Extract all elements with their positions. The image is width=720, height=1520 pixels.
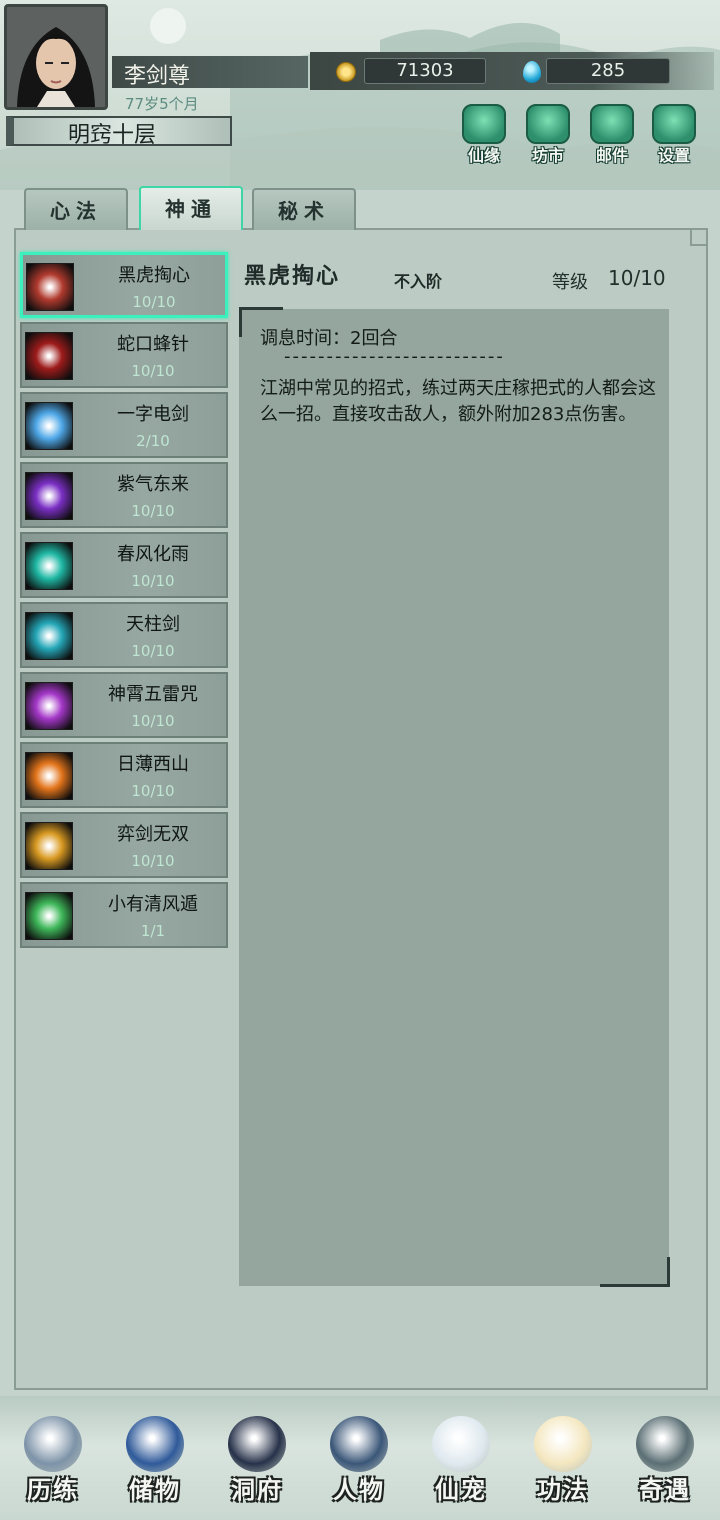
skill-item[interactable]: 一字电剑 2/10 — [20, 392, 228, 458]
skill-icon — [25, 752, 73, 800]
skill-icon — [25, 332, 73, 380]
nav-label: 储物 — [129, 1475, 181, 1504]
tab-shentong[interactable]: 神通 — [139, 186, 243, 230]
nav-scroll[interactable]: 功法 — [514, 1410, 612, 1514]
skill-icon — [25, 472, 73, 520]
skill-name: 弈剑无双 — [117, 824, 189, 845]
skill-icon — [25, 682, 73, 730]
grade-label: 等级 — [552, 272, 588, 293]
skill-description-box — [239, 309, 669, 1286]
bag-icon — [126, 1416, 184, 1472]
nav-label: 奇遇 — [639, 1475, 691, 1504]
divider: -------------------------- — [284, 346, 505, 367]
skill-icon — [25, 822, 73, 870]
scroll-icon — [534, 1416, 592, 1472]
nav-mountain[interactable]: 历练 — [4, 1410, 102, 1514]
skill-description: 江湖中常见的招式，练过两天庄稼把式的人都会这么一招。直接攻击敌人，额外附加283… — [260, 378, 656, 425]
nav-character[interactable]: 人物 — [310, 1410, 408, 1514]
skill-name: 紫气东来 — [117, 474, 189, 495]
skill-item[interactable]: 日薄西山 10/10 — [20, 742, 228, 808]
nav-label: 功法 — [537, 1475, 589, 1504]
skill-name: 蛇口蜂针 — [117, 334, 189, 355]
skill-item[interactable]: 蛇口蜂针 10/10 — [20, 322, 228, 388]
skill-level: 10/10 — [131, 502, 175, 520]
skill-icon — [25, 892, 73, 940]
coin-icon — [336, 62, 356, 82]
nav-label: 仙宠 — [435, 1475, 487, 1504]
realm-level: 明窍十层 — [68, 123, 157, 148]
coin-count: 71303 — [364, 58, 486, 84]
nav-bag[interactable]: 储物 — [106, 1410, 204, 1514]
skill-icon — [26, 263, 74, 311]
skill-level: 1/1 — [140, 922, 166, 940]
skill-tier: 不入阶 — [394, 272, 443, 291]
spirit-stone-count: 285 — [546, 58, 670, 84]
skill-name: 日薄西山 — [117, 754, 189, 775]
nav-brush[interactable]: 奇遇 — [616, 1410, 714, 1514]
skill-name: 天柱剑 — [126, 614, 180, 635]
spirit-stone-icon — [523, 61, 541, 83]
tab-xinfa[interactable]: 心法 — [24, 188, 128, 230]
skill-item[interactable]: 天柱剑 10/10 — [20, 602, 228, 668]
nav-label: 历练 — [27, 1475, 79, 1504]
skill-level: 10/10 — [131, 572, 175, 590]
nav-label: 洞府 — [231, 1475, 283, 1504]
grade-value: 10/10 — [608, 266, 666, 290]
mail-button[interactable]: 邮件 — [584, 104, 640, 165]
skill-name: 黑虎掏心 — [118, 265, 190, 286]
skill-level: 10/10 — [131, 852, 175, 870]
mail-label: 邮件 — [595, 146, 628, 165]
pavilion-icon — [526, 104, 570, 144]
skill-level: 10/10 — [131, 362, 175, 380]
skill-name: 小有清风遁 — [108, 894, 198, 915]
skill-icon — [25, 402, 73, 450]
nav-pagoda[interactable]: 洞府 — [208, 1410, 306, 1514]
skill-icon — [25, 612, 73, 660]
skill-item[interactable]: 春风化雨 10/10 — [20, 532, 228, 598]
panel-corner-ornament — [690, 228, 708, 246]
player-age: 77岁5个月 — [125, 95, 199, 113]
skill-level: 10/10 — [131, 712, 175, 730]
nav-label: 人物 — [333, 1475, 385, 1504]
market-button[interactable]: 坊市 — [520, 104, 576, 165]
skill-name: 春风化雨 — [117, 544, 189, 565]
skill-detail-title: 黑虎掏心 — [244, 263, 341, 289]
gear-icon — [652, 104, 696, 144]
corner-bracket — [600, 1257, 670, 1287]
settings-button[interactable]: 设置 — [646, 104, 702, 165]
skill-level: 10/10 — [131, 782, 175, 800]
player-avatar[interactable] — [4, 4, 108, 110]
xianyuan-label: 仙缘 — [467, 146, 500, 165]
market-label: 坊市 — [531, 146, 564, 165]
brush-icon — [636, 1416, 694, 1472]
skill-item[interactable]: 弈剑无双 10/10 — [20, 812, 228, 878]
player-name: 李剑尊 — [124, 64, 191, 89]
skill-item[interactable]: 神霄五雷咒 10/10 — [20, 672, 228, 738]
skill-name: 一字电剑 — [117, 404, 189, 425]
skill-level: 10/10 — [132, 293, 176, 311]
xianyuan-button[interactable]: 仙缘 — [456, 104, 512, 165]
skill-icon — [25, 542, 73, 590]
skill-item[interactable]: 小有清风遁 1/1 — [20, 882, 228, 948]
skill-level: 10/10 — [131, 642, 175, 660]
cloud-icon — [462, 104, 506, 144]
mail-icon — [590, 104, 634, 144]
skill-item[interactable]: 紫气东来 10/10 — [20, 462, 228, 528]
skill-item[interactable]: 黑虎掏心 10/10 — [20, 252, 228, 318]
skill-name: 神霄五雷咒 — [108, 684, 198, 705]
skill-level: 2/10 — [136, 432, 170, 450]
settings-label: 设置 — [657, 146, 690, 165]
ghost-pet-icon — [432, 1416, 490, 1472]
character-icon — [330, 1416, 388, 1472]
mountain-icon — [24, 1416, 82, 1472]
tab-mishu[interactable]: 秘术 — [252, 188, 356, 230]
pagoda-icon — [228, 1416, 286, 1472]
nav-ghost-pet[interactable]: 仙宠 — [412, 1410, 510, 1514]
